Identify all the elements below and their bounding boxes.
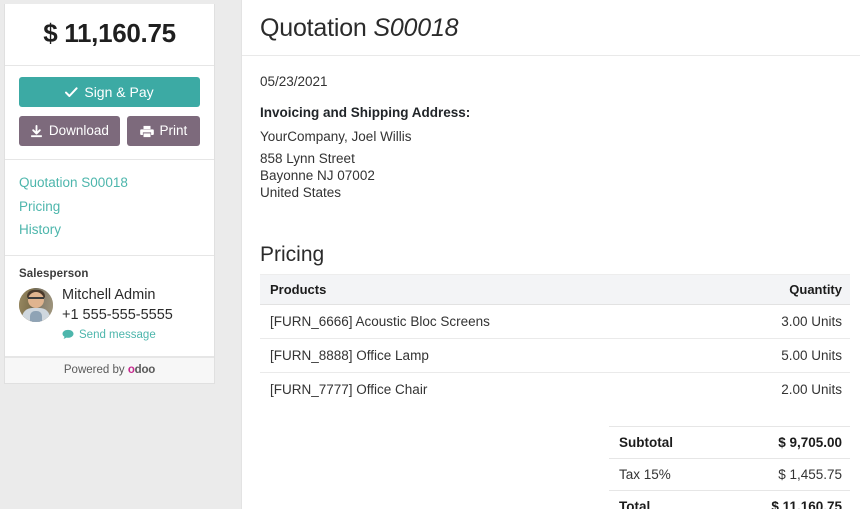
- address-line-street: 858 Lynn Street: [260, 151, 355, 166]
- salesperson-row: Mitchell Admin +1 555-555-5555 Send mess…: [19, 286, 200, 346]
- page-title: Quotation S00018: [260, 14, 840, 43]
- print-label: Print: [159, 123, 188, 139]
- cell-product: [FURN_7777] Office Chair: [270, 382, 428, 397]
- totals-section: Subtotal $ 9,705.00 Tax 15% $ 1,455.75 T…: [260, 426, 850, 509]
- document-panel: Quotation S00018 05/23/2021 Invoicing an…: [241, 0, 860, 509]
- powered-by-label: Powered by: [63, 364, 125, 376]
- sidebar: $ 11,160.75 Sign & Pay Download Print Qu…: [4, 4, 215, 384]
- print-button[interactable]: Print: [126, 116, 200, 146]
- send-message-link[interactable]: Send message: [62, 329, 156, 341]
- tax-label: Tax 15%: [609, 458, 730, 491]
- column-header-products: Products: [260, 274, 555, 305]
- cell-product: [FURN_6666] Acoustic Bloc Screens: [260, 304, 555, 339]
- download-label: Download: [48, 123, 109, 139]
- odoo-logo: odoo: [127, 364, 156, 376]
- comment-icon: [62, 329, 74, 339]
- address-line-country: United States: [260, 185, 342, 200]
- salesperson-section-label: Salesperson: [19, 267, 89, 280]
- page-title-reference: S00018: [373, 14, 459, 42]
- total-value: $ 11,160.75: [729, 490, 850, 509]
- total-label: Total: [609, 490, 730, 509]
- column-header-quantity: Quantity: [555, 274, 850, 305]
- totals-row-tax: Tax 15% $ 1,455.75: [609, 458, 850, 491]
- quotation-date: 05/23/2021: [260, 74, 328, 89]
- sidebar-item-pricing[interactable]: Pricing: [19, 195, 200, 219]
- address-label: Invoicing and Shipping Address:: [260, 105, 471, 120]
- sign-and-pay-label: Sign & Pay: [84, 84, 154, 100]
- odoo-logo-rest: doo: [134, 364, 156, 376]
- table-row: [FURN_6666] Acoustic Bloc Screens 3.00 U…: [260, 304, 850, 339]
- sidebar-nav: Quotation S00018 Pricing History: [5, 160, 214, 256]
- action-buttons: Sign & Pay Download Print: [5, 66, 214, 160]
- document-header: Quotation S00018: [242, 0, 860, 56]
- document-body: 05/23/2021 Invoicing and Shipping Addres…: [242, 56, 860, 509]
- sidebar-item-quotation[interactable]: Quotation S00018: [19, 171, 200, 195]
- download-button[interactable]: Download: [19, 116, 120, 146]
- total-amount: $ 11,160.75: [43, 18, 176, 48]
- order-lines-table: Products Quantity [FURN_6666] Acoustic B…: [260, 274, 850, 406]
- download-icon: [30, 124, 42, 137]
- tax-value: $ 1,455.75: [729, 458, 850, 491]
- order-lines-body: [FURN_6666] Acoustic Bloc Screens 3.00 U…: [260, 304, 850, 407]
- powered-by-footer: Powered by odoo: [5, 357, 214, 383]
- salesperson-name: Mitchell Admin: [62, 286, 156, 303]
- cell-quantity: 2.00 Units: [781, 382, 842, 397]
- printer-icon: [139, 125, 154, 137]
- sign-and-pay-button[interactable]: Sign & Pay: [19, 77, 200, 107]
- secondary-buttons: Download Print: [19, 116, 200, 146]
- pricing-heading: Pricing: [260, 243, 325, 266]
- totals-row-total: Total $ 11,160.75: [609, 490, 850, 509]
- cell-quantity: 3.00 Units: [555, 304, 850, 339]
- table-header-row: Products Quantity: [260, 274, 850, 305]
- amount-summary: $ 11,160.75: [5, 4, 214, 66]
- sidebar-item-history[interactable]: History: [19, 218, 200, 242]
- check-icon: [65, 86, 78, 97]
- subtotal-value: $ 9,705.00: [729, 426, 850, 459]
- salesperson-info: Mitchell Admin +1 555-555-5555 Send mess…: [62, 286, 173, 346]
- odoo-logo-first-letter: o: [127, 364, 135, 376]
- address-line-city: Bayonne NJ 07002: [260, 168, 375, 183]
- order-lines-head: Products Quantity: [260, 274, 850, 305]
- totals-row-subtotal: Subtotal $ 9,705.00: [609, 426, 850, 459]
- table-row: [FURN_8888] Office Lamp 5.00 Units: [260, 338, 850, 373]
- subtotal-label: Subtotal: [609, 426, 730, 459]
- cell-product: [FURN_8888] Office Lamp: [260, 338, 555, 373]
- totals-table: Subtotal $ 9,705.00 Tax 15% $ 1,455.75 T…: [609, 426, 850, 509]
- address-line-company: YourCompany, Joel Willis: [260, 129, 412, 144]
- send-message-label: Send message: [79, 328, 156, 341]
- portal-page: $ 11,160.75 Sign & Pay Download Print Qu…: [0, 0, 860, 509]
- salesperson-phone: +1 555-555-5555: [62, 306, 173, 323]
- table-row: [FURN_7777] Office Chair 2.00 Units: [260, 373, 850, 407]
- avatar: [19, 287, 53, 322]
- salesperson-card: Salesperson Mitchell Admin +1 555-555-55…: [5, 256, 214, 357]
- cell-quantity: 5.00 Units: [555, 338, 850, 373]
- page-title-prefix: Quotation: [260, 14, 367, 42]
